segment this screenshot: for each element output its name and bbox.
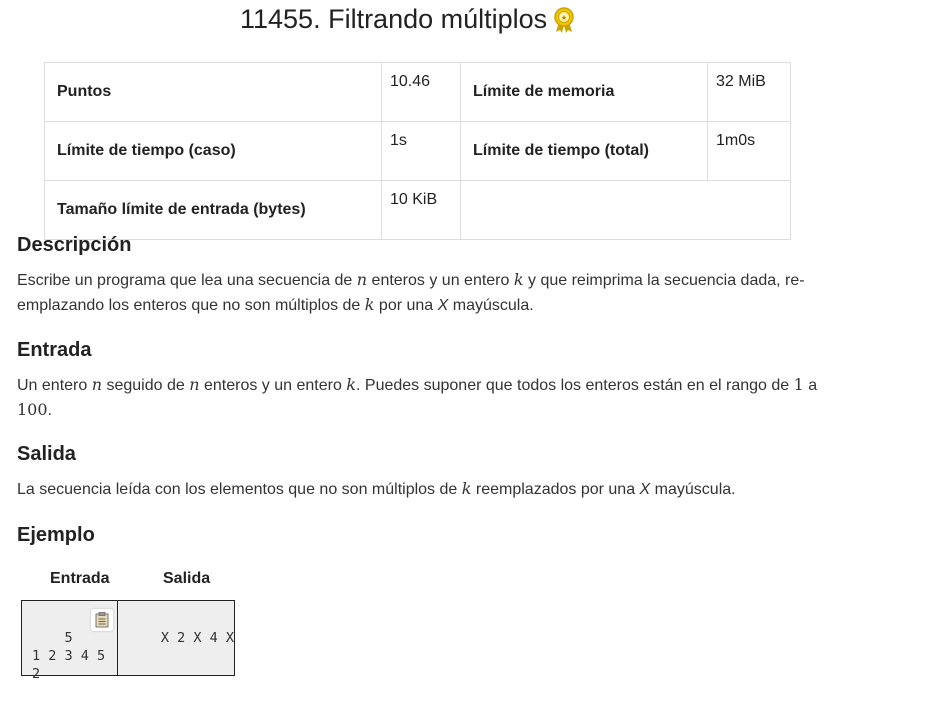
time-limit-case-value: 1s (381, 121, 461, 181)
example-table: 5 1 2 3 4 5 2 X 2 X 4 X (21, 600, 235, 682)
example-heading: Ejemplo (17, 524, 95, 546)
example-output-header: Salida (163, 570, 211, 587)
points-label: Puntos (44, 62, 382, 122)
clipboard-icon[interactable] (91, 609, 114, 631)
page-title: 11455. Filtrando múltiplos ★ (240, 4, 575, 35)
time-limit-total-label: Límite de tiempo (total) (460, 121, 708, 181)
description-heading: Descripción (17, 234, 132, 256)
description-text: Escribe un programa que lea una secuenci… (17, 270, 805, 314)
empty-cell (460, 180, 791, 240)
example-input-text: 5 1 2 3 4 5 2 (32, 630, 106, 682)
time-limit-case-label: Límite de tiempo (caso) (44, 121, 382, 181)
points-value: 10.46 (381, 62, 461, 122)
example-input-header: Entrada (50, 570, 110, 587)
memory-limit-value: 32 MiB (707, 62, 791, 122)
input-text: Un entero n seguido de n enteros y un en… (17, 375, 818, 419)
input-size-label: Tamaño límite de entrada (bytes) (44, 180, 382, 240)
limits-table: Puntos 10.46 Límite de memoria 32 MiB Lí… (44, 62, 791, 240)
example-input-cell: 5 1 2 3 4 5 2 (22, 601, 119, 682)
memory-limit-label: Límite de memoria (460, 62, 708, 122)
award-icon: ★ (553, 6, 575, 34)
output-text: La secuencia leída con los elementos que… (17, 479, 736, 498)
input-size-value: 10 KiB (381, 180, 461, 240)
problem-title: 11455. Filtrando múltiplos (240, 4, 548, 34)
example-output-text: X 2 X 4 X (160, 630, 234, 646)
svg-text:★: ★ (561, 14, 567, 22)
time-limit-total-value: 1m0s (707, 121, 791, 181)
output-heading: Salida (17, 443, 76, 465)
example-output-cell: X 2 X 4 X (118, 601, 234, 675)
input-heading: Entrada (17, 339, 92, 361)
